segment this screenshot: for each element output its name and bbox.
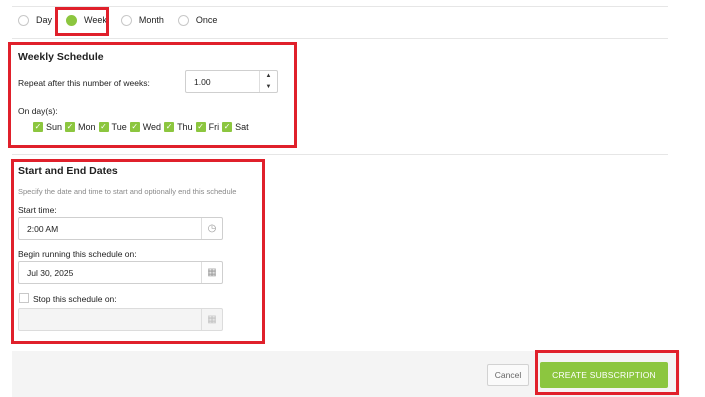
radio-once-label: Once <box>195 15 218 25</box>
create-highlight <box>535 350 679 395</box>
top-divider <box>12 6 668 7</box>
weekly-schedule-highlight <box>8 42 297 148</box>
frequency-divider <box>12 38 668 39</box>
radio-once[interactable]: Once <box>177 14 218 26</box>
radio-day[interactable]: Day <box>18 14 53 26</box>
frequency-options: Day Week Month Once <box>18 12 231 28</box>
week-highlight <box>55 7 109 36</box>
dates-highlight <box>11 159 265 344</box>
radio-once-indicator[interactable] <box>177 14 189 26</box>
radio-month[interactable]: Month <box>120 14 164 26</box>
radio-day-indicator[interactable] <box>18 14 29 26</box>
radio-day-label: Day <box>36 15 53 25</box>
radio-month-indicator[interactable] <box>120 14 132 26</box>
radio-month-label: Month <box>138 15 164 25</box>
cancel-button[interactable]: Cancel <box>487 364 529 386</box>
weekly-divider <box>12 154 668 155</box>
